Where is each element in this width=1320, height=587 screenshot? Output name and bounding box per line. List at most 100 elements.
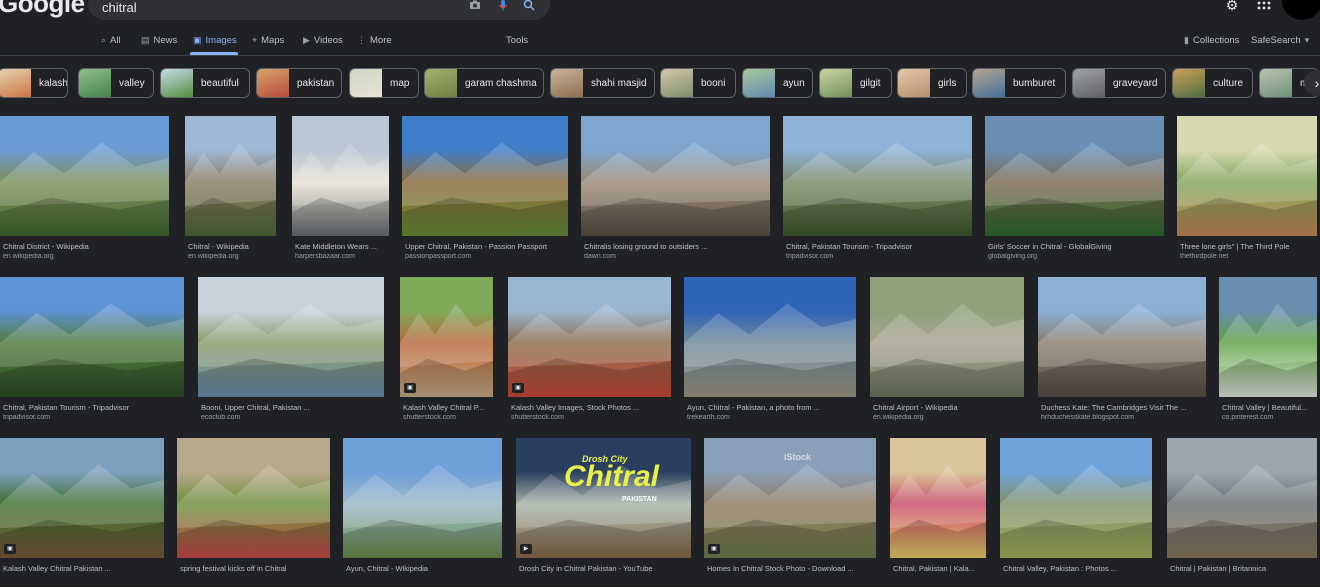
result-title[interactable]: Ayun, Chitral - Pakistan, a photo from .… — [687, 403, 867, 412]
search-icon[interactable] — [522, 0, 536, 13]
result-title[interactable]: Kate Middleton Wears ... — [295, 242, 400, 251]
result-title[interactable]: spring festival kicks off in Chitral — [180, 564, 341, 573]
image-result[interactable]: Chitral Airport - Wikipedia en.wikipedia.… — [870, 277, 1024, 426]
chip-pakistan[interactable]: pakistan — [256, 68, 342, 98]
image-thumbnail[interactable] — [0, 438, 164, 558]
image-result[interactable]: Booni, Upper Chitral, Pakistan ... ecoclu… — [198, 277, 384, 426]
tools-button[interactable]: Tools — [506, 35, 528, 46]
tab-images[interactable]: ▣ Images — [193, 35, 237, 46]
image-thumbnail[interactable] — [402, 116, 568, 236]
image-result[interactable]: ▣ Kalash Valley Images, Stock Photos ... s… — [508, 277, 671, 426]
result-title[interactable]: Chitral Valley, Pakistan : Photos ... — [1003, 564, 1163, 573]
image-thumbnail[interactable] — [177, 438, 330, 558]
result-title[interactable]: Chitral Valley | Beautiful... — [1222, 403, 1320, 412]
image-thumbnail[interactable] — [0, 116, 169, 236]
result-title[interactable]: Kalash Valley Chitral Pakistan ... — [3, 564, 175, 573]
camera-icon[interactable] — [468, 0, 482, 13]
image-thumbnail[interactable] — [581, 116, 770, 236]
result-title[interactable]: Homes In Chitral Stock Photo - Download … — [707, 564, 887, 573]
image-thumbnail[interactable] — [400, 277, 493, 397]
google-logo[interactable]: Google — [0, 0, 85, 19]
image-thumbnail[interactable] — [870, 277, 1024, 397]
result-title[interactable]: Duchess Kate: The Cambridges Visit The .… — [1041, 403, 1217, 412]
image-result[interactable]: Chitral | Pakistan | Britannica — [1167, 438, 1317, 587]
image-result[interactable]: Chitral Valley | Beautiful... co.pinteres… — [1219, 277, 1317, 426]
image-thumbnail[interactable]: iStock — [704, 438, 876, 558]
safesearch-button[interactable]: SafeSearch ▾ — [1251, 35, 1309, 46]
mic-icon[interactable] — [496, 0, 510, 13]
chip-beautiful[interactable]: beautiful — [160, 68, 250, 98]
chip-culture[interactable]: culture — [1172, 68, 1253, 98]
result-title[interactable]: Ayun, Chitral - Wikipedia — [346, 564, 513, 573]
image-thumbnail[interactable] — [508, 277, 671, 397]
result-title[interactable]: Girls' Soccer in Chitral - GlobalGiving — [988, 242, 1175, 251]
result-title[interactable]: Kalash Valley Chitral P... — [403, 403, 504, 412]
result-title[interactable]: Chitral, Pakistan Tourism - Tripadvisor — [3, 403, 195, 412]
tab-videos[interactable]: ▶ Videos — [303, 35, 343, 46]
image-result[interactable]: Drosh City Chitral PAKISTAN ▶ Drosh City in … — [516, 438, 691, 587]
result-title[interactable]: Chitral - Wikipedia — [188, 242, 287, 251]
image-thumbnail[interactable] — [343, 438, 502, 558]
tab-more[interactable]: ⋮ More — [357, 35, 392, 46]
image-result[interactable]: Kate Middleton Wears ... harpersbazaar.co… — [292, 116, 389, 265]
image-thumbnail[interactable] — [0, 277, 184, 397]
image-result[interactable]: Chitral Valley, Pakistan : Photos ... — [1000, 438, 1152, 587]
avatar[interactable] — [1282, 0, 1320, 20]
image-thumbnail[interactable]: Drosh City Chitral PAKISTAN — [516, 438, 691, 558]
image-thumbnail[interactable] — [890, 438, 986, 558]
image-result[interactable]: Ayun, Chitral - Pakistan, a photo from .… — [684, 277, 856, 426]
image-result[interactable]: iStock ▣ Homes In Chitral Stock Photo - Do… — [704, 438, 876, 587]
tab-all[interactable]: ⌕ All — [101, 35, 121, 46]
chip-graveyard[interactable]: graveyard — [1072, 68, 1166, 98]
chip-valley[interactable]: valley — [78, 68, 154, 98]
chip-booni[interactable]: booni — [660, 68, 736, 98]
search-box[interactable]: chitral — [88, 0, 550, 20]
tab-news[interactable]: ▤ News — [141, 35, 177, 46]
chip-shahi-masjid[interactable]: shahi masjid — [550, 68, 655, 98]
image-thumbnail[interactable] — [1177, 116, 1317, 236]
image-thumbnail[interactable] — [185, 116, 276, 236]
tab-maps[interactable]: ⌖ Maps — [252, 35, 284, 46]
image-result[interactable]: Chitral, Pakistan Tourism - Tripadvisor t… — [0, 277, 184, 426]
apps-icon[interactable] — [1255, 0, 1273, 14]
image-result[interactable]: Chitral, Pakistan Tourism - Tripadvisor t… — [783, 116, 972, 265]
chip-bumburet[interactable]: bumburet — [972, 68, 1066, 98]
image-thumbnail[interactable] — [1000, 438, 1152, 558]
result-title[interactable]: Booni, Upper Chitral, Pakistan ... — [201, 403, 395, 412]
image-result[interactable]: Chitral, Pakistan | Kala... — [890, 438, 986, 587]
gear-icon[interactable]: ⚙ — [1223, 0, 1241, 14]
result-title[interactable]: Chitral District - Wikipedia — [3, 242, 180, 251]
chip-map[interactable]: map — [349, 68, 419, 98]
search-input[interactable]: chitral — [102, 0, 137, 15]
image-thumbnail[interactable] — [198, 277, 384, 397]
image-thumbnail[interactable] — [684, 277, 856, 397]
result-title[interactable]: Upper Chitral, Pakistan - Passion Passpo… — [405, 242, 579, 251]
image-result[interactable]: Upper Chitral, Pakistan - Passion Passpo… — [402, 116, 568, 265]
collections-button[interactable]: ▮ Collections — [1184, 35, 1239, 46]
image-thumbnail[interactable] — [1038, 277, 1206, 397]
result-title[interactable]: Chitral, Pakistan | Kala... — [893, 564, 997, 573]
image-result[interactable]: Duchess Kate: The Cambridges Visit The .… — [1038, 277, 1206, 426]
image-result[interactable]: Chitral - Wikipedia en.wikipedia.org — [185, 116, 276, 265]
result-title[interactable]: Chitral | Pakistan | Britannica — [1170, 564, 1320, 573]
image-result[interactable]: ▣ Kalash Valley Chitral Pakistan ... — [0, 438, 164, 587]
image-result[interactable]: Chitralis losing ground to outsiders ...… — [581, 116, 770, 265]
chip-kalash[interactable]: kalash — [0, 68, 68, 98]
image-result[interactable]: Ayun, Chitral - Wikipedia — [343, 438, 502, 587]
result-title[interactable]: Chitral, Pakistan Tourism - Tripadvisor — [786, 242, 983, 251]
result-title[interactable]: Kalash Valley Images, Stock Photos ... — [511, 403, 682, 412]
image-result[interactable]: Three lone girls" | The Third Pole thethi… — [1177, 116, 1317, 265]
image-thumbnail[interactable] — [1219, 277, 1317, 397]
chip-ayun[interactable]: ayun — [742, 68, 813, 98]
chip-garam-chashma[interactable]: garam chashma — [424, 68, 544, 98]
result-title[interactable]: Chitral Airport - Wikipedia — [873, 403, 1035, 412]
image-result[interactable]: ▣ Kalash Valley Chitral P... shutterstock.… — [400, 277, 493, 426]
image-result[interactable]: spring festival kicks off in Chitral — [177, 438, 330, 587]
image-thumbnail[interactable] — [985, 116, 1164, 236]
result-title[interactable]: Three lone girls" | The Third Pole — [1180, 242, 1320, 251]
chip-gilgit[interactable]: gilgit — [819, 68, 892, 98]
image-thumbnail[interactable] — [1167, 438, 1317, 558]
image-thumbnail[interactable] — [783, 116, 972, 236]
result-title[interactable]: Chitralis losing ground to outsiders ... — [584, 242, 781, 251]
chip-girls[interactable]: girls — [897, 68, 967, 98]
